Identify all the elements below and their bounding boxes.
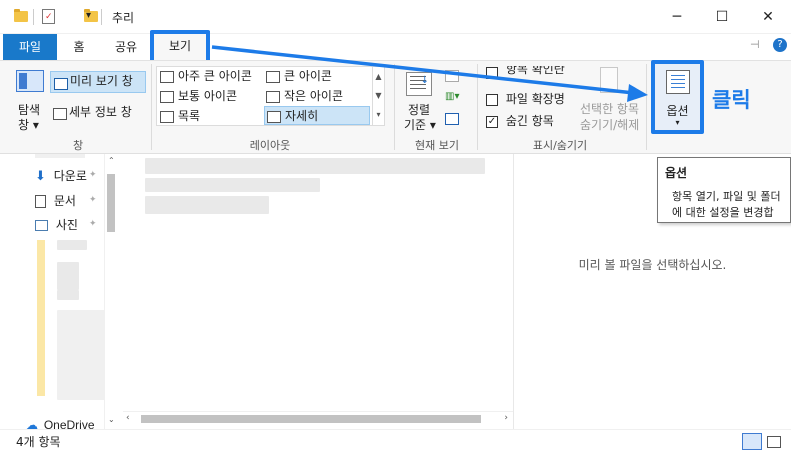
blurred-file-row[interactable] [145, 158, 485, 174]
blurred-nav-item[interactable] [57, 290, 79, 300]
pin-icon[interactable]: ✦ [89, 219, 97, 229]
blurred-file-row[interactable] [145, 196, 269, 214]
large-icons-view-icon[interactable] [767, 436, 781, 448]
nav-item-partial[interactable] [35, 154, 85, 158]
tooltip-line-2: 에 대한 설정을 변경합 [672, 206, 774, 219]
download-icon: ⬇ [35, 169, 46, 184]
item-count: 4개 항목 [16, 435, 61, 449]
file-list [123, 154, 513, 416]
blurred-nav-item[interactable] [57, 240, 87, 250]
document-icon [35, 195, 46, 208]
options-tooltip: 옵션 항목 열기, 파일 및 폴더 에 대한 설정을 변경합 [657, 157, 791, 223]
blurred-file-row[interactable] [145, 178, 320, 192]
pin-icon[interactable]: ✦ [89, 195, 97, 205]
blurred-folder-icons [37, 240, 45, 396]
preview-empty-text: 미리 볼 파일을 선택하십시오. [578, 258, 727, 272]
pictures-icon [35, 220, 48, 231]
nav-item-downloads[interactable]: ⬇ 다운로 ✦ [35, 167, 97, 187]
status-bar: 4개 항목 [0, 429, 791, 455]
pin-icon[interactable]: ✦ [89, 170, 97, 180]
tooltip-line-1: 항목 열기, 파일 및 폴더 [672, 190, 781, 203]
nav-scrollbar[interactable]: ⌃ ⌄ [104, 154, 118, 429]
blurred-nav-item[interactable] [57, 310, 105, 400]
nav-item-pictures[interactable]: 사진 ✦ [35, 216, 97, 236]
navigation-pane: ⬇ 다운로 ✦ 문서 ✦ 사진 ✦ ☁ OneDrive [0, 154, 120, 432]
tooltip-title: 옵션 [665, 166, 688, 180]
file-list-hscrollbar[interactable]: ‹ › [123, 411, 513, 427]
blurred-nav-item[interactable] [57, 262, 79, 290]
details-view-icon[interactable] [742, 433, 762, 450]
nav-item-documents[interactable]: 문서 ✦ [35, 192, 97, 212]
